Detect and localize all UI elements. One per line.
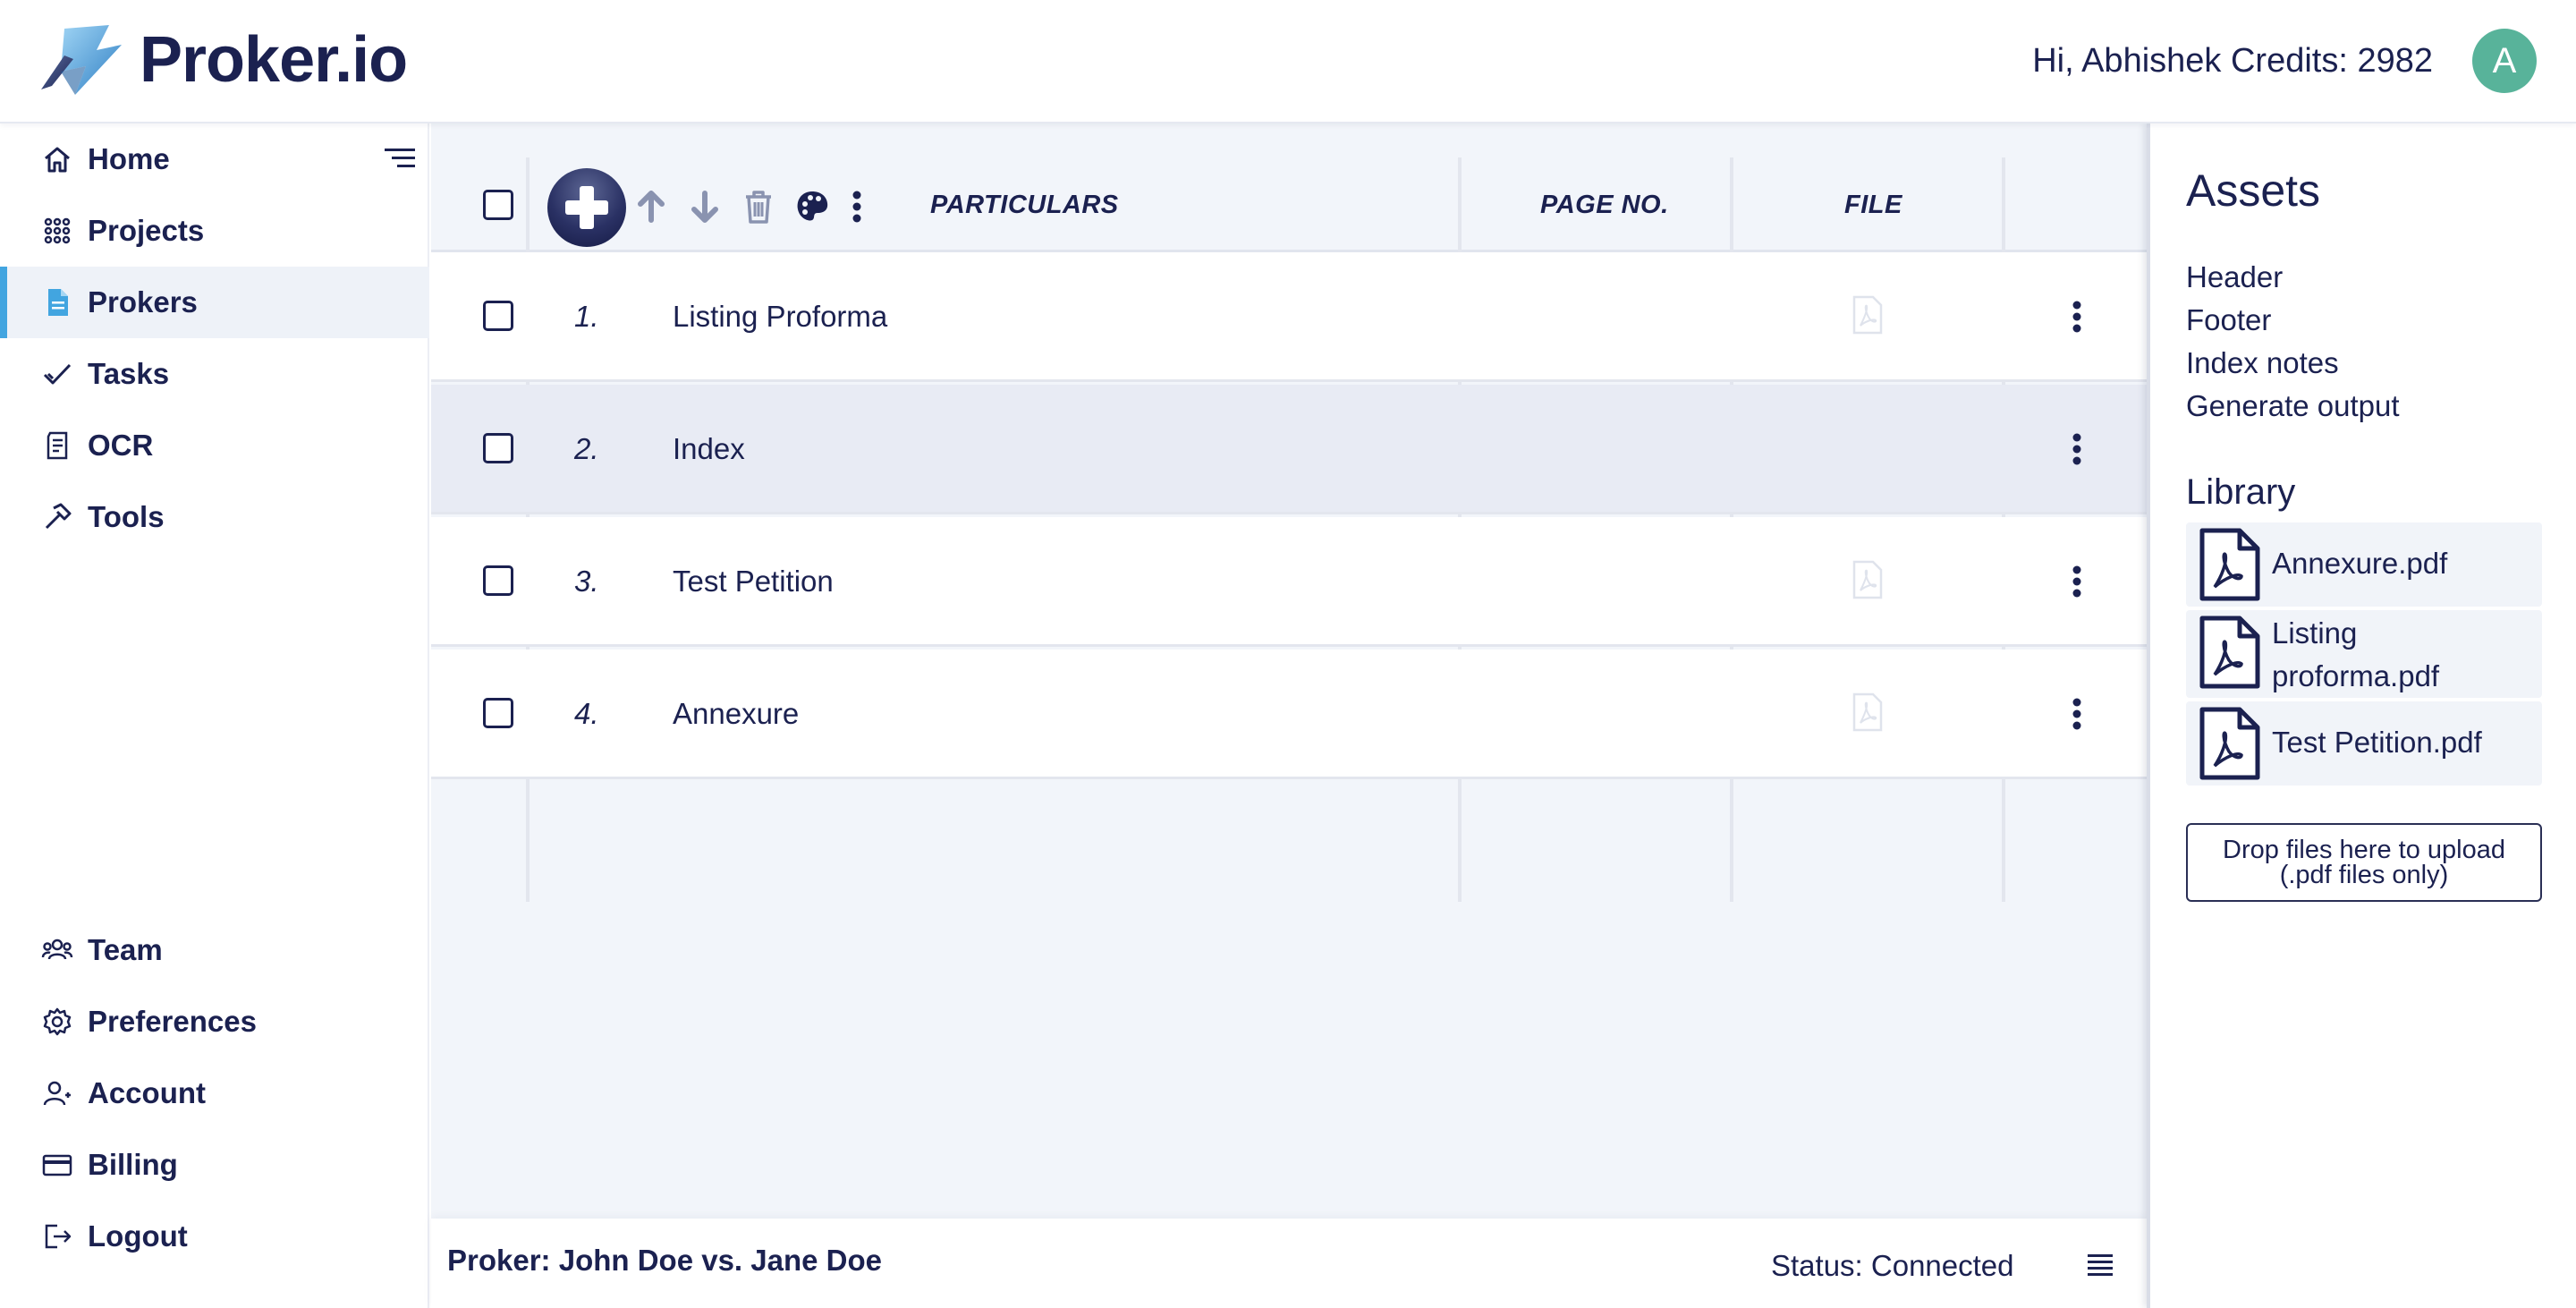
sidebar-item-label: Preferences bbox=[88, 1005, 257, 1038]
add-row-button[interactable] bbox=[547, 168, 626, 247]
pdf-file-icon[interactable] bbox=[1852, 692, 1884, 732]
sidebar-item-preferences[interactable]: Preferences bbox=[0, 986, 429, 1057]
asset-link-header[interactable]: Header bbox=[2186, 259, 2283, 295]
sidebar-item-logout[interactable]: Logout bbox=[0, 1201, 429, 1272]
card-icon bbox=[42, 1154, 72, 1176]
asset-link-generate-output[interactable]: Generate output bbox=[2186, 388, 2400, 424]
sidebar-item-label: Tasks bbox=[88, 357, 170, 390]
pdf-file-icon bbox=[2199, 707, 2260, 780]
sidebar-item-label: Account bbox=[88, 1076, 206, 1109]
row-number: 3. bbox=[574, 565, 599, 598]
pdf-file-icon bbox=[2199, 616, 2260, 689]
row-number: 2. bbox=[574, 432, 599, 465]
lightning-logo-icon[interactable] bbox=[34, 23, 132, 97]
proker-title: Proker: John Doe vs. Jane Doe bbox=[447, 1244, 882, 1277]
row-more-options-icon[interactable] bbox=[2068, 564, 2086, 599]
row-more-options-icon[interactable] bbox=[2068, 696, 2086, 732]
table-row[interactable]: 4. Annexure bbox=[431, 650, 2147, 779]
library-title: Library bbox=[2186, 472, 2296, 512]
row-more-options-icon[interactable] bbox=[2068, 431, 2086, 467]
library-file-item[interactable]: Test Petition.pdf bbox=[2186, 701, 2542, 786]
sidebar-item-label: OCR bbox=[88, 429, 154, 462]
row-checkbox[interactable] bbox=[483, 698, 513, 728]
asset-link-footer[interactable]: Footer bbox=[2186, 302, 2271, 338]
proker-table-area: PARTICULARS PAGE NO. FILE 1. Listing Pro… bbox=[431, 123, 2147, 1308]
more-options-icon[interactable] bbox=[848, 188, 866, 225]
row-number: 4. bbox=[574, 697, 599, 730]
brand-name[interactable]: Proker.io bbox=[140, 23, 408, 97]
library-file-name: Test Petition.pdf bbox=[2272, 726, 2482, 759]
assets-title: Assets bbox=[2186, 166, 2321, 216]
avatar[interactable]: A bbox=[2472, 29, 2537, 93]
grid-icon bbox=[44, 217, 71, 244]
column-header-particulars[interactable]: PARTICULARS bbox=[930, 191, 1119, 220]
sidebar-item-home[interactable]: Home bbox=[0, 123, 429, 195]
row-particulars[interactable]: Listing Proforma bbox=[673, 299, 887, 335]
library-file-name: Annexure.pdf bbox=[2272, 547, 2448, 580]
asset-link-index-notes[interactable]: Index notes bbox=[2186, 345, 2339, 381]
select-all-checkbox[interactable] bbox=[483, 190, 513, 220]
assets-panel: Assets Header Footer Index notes Generat… bbox=[2147, 123, 2576, 1308]
user-icon bbox=[43, 1081, 71, 1106]
sidebar-item-tasks[interactable]: Tasks bbox=[0, 338, 429, 410]
gear-icon bbox=[43, 1007, 72, 1036]
move-up-arrow-icon[interactable] bbox=[633, 188, 669, 225]
sidebar-item-label: Billing bbox=[88, 1148, 178, 1181]
pdf-file-icon[interactable] bbox=[1852, 560, 1884, 599]
sidebar-item-label: Logout bbox=[88, 1219, 188, 1253]
table-row[interactable]: 2. Index bbox=[431, 385, 2147, 514]
sidebar-item-account[interactable]: Account bbox=[0, 1057, 429, 1129]
home-icon bbox=[45, 147, 70, 173]
row-checkbox[interactable] bbox=[483, 565, 513, 596]
list-menu-icon[interactable] bbox=[2086, 1253, 2114, 1278]
top-bar: Proker.io Hi, Abhishek Credits: 2982 A bbox=[0, 0, 2576, 123]
row-checkbox[interactable] bbox=[483, 301, 513, 331]
palette-icon[interactable] bbox=[794, 188, 830, 225]
dropzone-text: Drop files here to upload bbox=[2223, 836, 2505, 864]
sidebar-item-label: Projects bbox=[88, 214, 205, 247]
plus-icon bbox=[565, 186, 608, 229]
sidebar-item-billing[interactable]: Billing bbox=[0, 1129, 429, 1201]
table-row[interactable]: 1. Listing Proforma bbox=[431, 252, 2147, 382]
column-header-file[interactable]: FILE bbox=[1844, 191, 1902, 220]
logout-icon bbox=[45, 1224, 72, 1249]
column-header-page-no[interactable]: PAGE NO. bbox=[1540, 191, 1669, 220]
sidebar-item-prokers[interactable]: Prokers bbox=[0, 267, 429, 338]
connection-status: Status: Connected bbox=[1771, 1249, 2014, 1282]
table-row[interactable]: 3. Test Petition bbox=[431, 517, 2147, 647]
row-number: 1. bbox=[574, 300, 599, 333]
file-drop-zone[interactable]: Drop files here to upload (.pdf files on… bbox=[2186, 823, 2542, 902]
sidebar: Home Projects Prokers Tasks OCR Tools Te… bbox=[0, 123, 429, 1308]
sidebar-item-ocr[interactable]: OCR bbox=[0, 410, 429, 481]
move-down-arrow-icon[interactable] bbox=[687, 188, 723, 225]
hammer-icon bbox=[45, 503, 72, 530]
team-icon bbox=[41, 939, 73, 960]
sidebar-item-projects[interactable]: Projects bbox=[0, 195, 429, 267]
sidebar-item-label: Prokers bbox=[88, 285, 198, 319]
sidebar-item-label: Home bbox=[88, 142, 170, 175]
sidebar-item-label: Tools bbox=[88, 500, 165, 533]
sidebar-item-label: Team bbox=[88, 933, 163, 966]
greeting-credits: Hi, Abhishek Credits: 2982 bbox=[2032, 42, 2433, 80]
pdf-file-icon[interactable] bbox=[1852, 295, 1884, 335]
pdf-file-icon bbox=[2199, 528, 2260, 601]
row-more-options-icon[interactable] bbox=[2068, 299, 2086, 335]
trash-icon[interactable] bbox=[741, 188, 776, 225]
scan-document-icon bbox=[47, 431, 68, 460]
document-icon bbox=[48, 289, 68, 316]
row-particulars[interactable]: Index bbox=[673, 431, 745, 467]
library-file-item[interactable]: Listing proforma.pdf bbox=[2186, 610, 2542, 698]
dropzone-hint: (.pdf files only) bbox=[2279, 861, 2449, 889]
library-file-name: Listing proforma.pdf bbox=[2272, 616, 2440, 692]
proker-status-bar: Proker: John Doe vs. Jane Doe Status: Co… bbox=[431, 1219, 2147, 1308]
library-file-item[interactable]: Annexure.pdf bbox=[2186, 522, 2542, 607]
sidebar-item-tools[interactable]: Tools bbox=[0, 481, 429, 553]
row-particulars[interactable]: Test Petition bbox=[673, 564, 834, 599]
sidebar-item-team[interactable]: Team bbox=[0, 914, 429, 986]
row-checkbox[interactable] bbox=[483, 433, 513, 463]
check-icon bbox=[43, 363, 72, 385]
row-particulars[interactable]: Annexure bbox=[673, 696, 799, 732]
